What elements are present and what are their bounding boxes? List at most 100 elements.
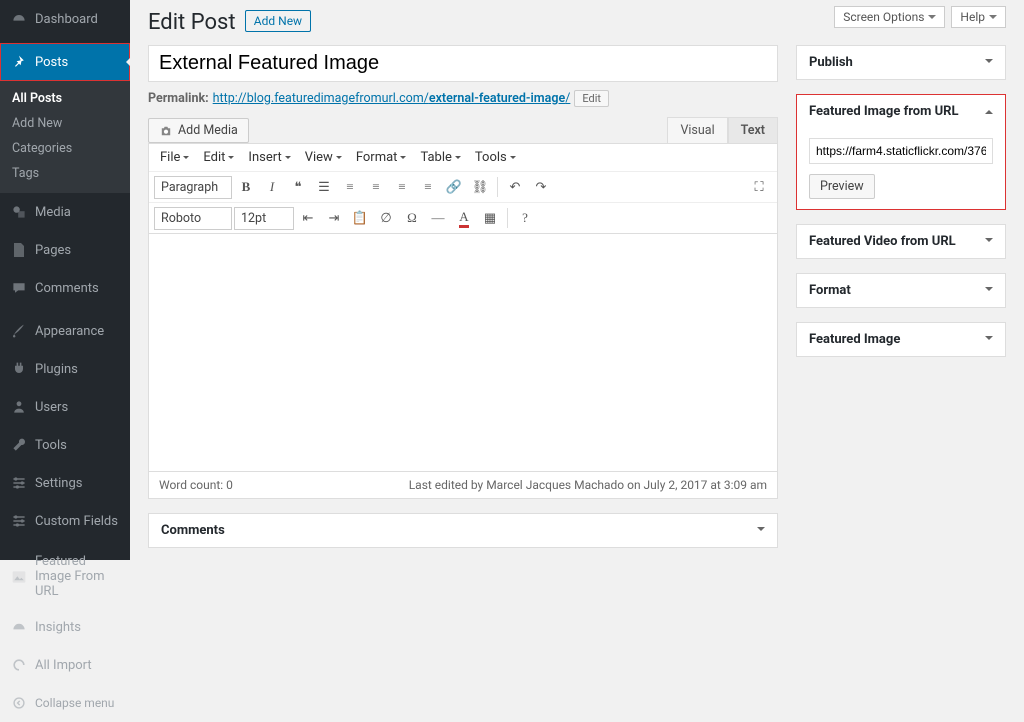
publish-panel-header[interactable]: Publish bbox=[797, 46, 1005, 79]
screen-options-label: Screen Options bbox=[843, 10, 924, 24]
format-panel-header[interactable]: Format bbox=[797, 274, 1005, 307]
numbered-list-icon[interactable]: ≡ bbox=[338, 175, 362, 199]
text-tab[interactable]: Text bbox=[728, 117, 778, 144]
menu-table[interactable]: Table bbox=[414, 147, 466, 168]
sidebar-label: Settings bbox=[35, 476, 82, 491]
sidebar-item-appearance[interactable]: Appearance bbox=[0, 312, 130, 350]
collapse-icon bbox=[9, 693, 29, 713]
font-select[interactable]: Roboto bbox=[154, 207, 232, 230]
sidebar-item-media[interactable]: Media bbox=[0, 193, 130, 231]
fifu-url-input[interactable] bbox=[809, 138, 993, 164]
italic-icon[interactable]: I bbox=[260, 175, 284, 199]
paste-icon[interactable]: 📋 bbox=[348, 206, 372, 230]
edit-slug-button[interactable]: Edit bbox=[574, 90, 609, 107]
fifu-preview-button[interactable]: Preview bbox=[809, 174, 875, 199]
link-icon[interactable]: 🔗 bbox=[442, 175, 466, 199]
plug-icon bbox=[9, 359, 29, 379]
align-left-icon[interactable]: ≡ bbox=[364, 175, 388, 199]
sidebar-item-plugins[interactable]: Plugins bbox=[0, 350, 130, 388]
outdent-icon[interactable]: ⇤ bbox=[296, 206, 320, 230]
editor-toolbar: File Edit Insert View Format Table Tools… bbox=[148, 143, 778, 234]
pin-icon bbox=[9, 52, 29, 72]
chevron-down-icon bbox=[757, 527, 765, 535]
sidebar-label: Appearance bbox=[35, 324, 104, 339]
sidebar-item-custom-fields[interactable]: Custom Fields bbox=[0, 502, 130, 540]
bold-icon[interactable]: B bbox=[234, 175, 258, 199]
sidebar-label: Media bbox=[35, 205, 71, 220]
size-select[interactable]: 12pt bbox=[234, 207, 294, 230]
help-icon[interactable]: ? bbox=[513, 206, 537, 230]
sidebar-item-settings[interactable]: Settings bbox=[0, 464, 130, 502]
table-icon[interactable]: ▦ bbox=[478, 206, 502, 230]
sidebar-label: Dashboard bbox=[35, 12, 98, 27]
fifu-title: Featured Image from URL bbox=[809, 104, 959, 119]
help-button[interactable]: Help bbox=[951, 6, 1006, 28]
menu-tools[interactable]: Tools bbox=[469, 147, 522, 168]
chevron-down-icon bbox=[985, 59, 993, 67]
featured-image-title: Featured Image bbox=[809, 332, 900, 347]
special-char-icon[interactable]: Ω bbox=[400, 206, 424, 230]
dashboard-icon bbox=[9, 9, 29, 29]
sidebar-item-comments[interactable]: Comments bbox=[0, 269, 130, 307]
sidebar-item-fifu[interactable]: Featured Image From URL bbox=[0, 545, 130, 608]
chevron-up-icon bbox=[985, 106, 993, 114]
wrench-icon bbox=[9, 435, 29, 455]
content-area: Screen Options Help Edit Post Add New Pe… bbox=[130, 0, 1024, 560]
submenu-add-new[interactable]: Add New bbox=[0, 111, 130, 136]
featured-video-panel-header[interactable]: Featured Video from URL bbox=[797, 225, 1005, 258]
sliders-icon bbox=[9, 511, 29, 531]
sidebar-item-tools[interactable]: Tools bbox=[0, 426, 130, 464]
bullet-list-icon[interactable]: ☰ bbox=[312, 175, 336, 199]
fifu-panel: Featured Image from URL Preview bbox=[796, 94, 1006, 210]
undo-icon[interactable]: ↶ bbox=[503, 175, 527, 199]
sidebar-item-posts[interactable]: Posts bbox=[0, 43, 130, 81]
sidebar-item-pages[interactable]: Pages bbox=[0, 231, 130, 269]
featured-image-panel-header[interactable]: Featured Image bbox=[797, 323, 1005, 356]
menu-file[interactable]: File bbox=[154, 147, 195, 168]
sidebar-item-all-import[interactable]: All Import bbox=[0, 646, 130, 684]
menu-edit[interactable]: Edit bbox=[197, 147, 240, 168]
hr-icon[interactable]: — bbox=[426, 206, 450, 230]
submenu-tags[interactable]: Tags bbox=[0, 161, 130, 186]
text-color-icon[interactable]: A bbox=[452, 206, 476, 230]
menu-view[interactable]: View bbox=[299, 147, 348, 168]
sidebar-item-users[interactable]: Users bbox=[0, 388, 130, 426]
align-right-icon[interactable]: ≡ bbox=[416, 175, 440, 199]
comment-icon bbox=[9, 278, 29, 298]
sidebar-label: Posts bbox=[35, 55, 68, 70]
fullscreen-icon[interactable]: ⛶ bbox=[747, 175, 771, 199]
permalink-url[interactable]: http://blog.featuredimagefromurl.com/ext… bbox=[213, 91, 571, 106]
sidebar-label: Featured Image From URL bbox=[35, 554, 121, 599]
blockquote-icon[interactable]: ❝ bbox=[286, 175, 310, 199]
screen-options-button[interactable]: Screen Options bbox=[834, 6, 945, 28]
permalink-label: Permalink: bbox=[148, 91, 209, 106]
comments-panel-header[interactable]: Comments bbox=[149, 514, 777, 547]
post-title-input[interactable] bbox=[148, 45, 778, 82]
add-new-button[interactable]: Add New bbox=[245, 10, 311, 32]
user-icon bbox=[9, 397, 29, 417]
sidebar-item-insights[interactable]: Insights bbox=[0, 608, 130, 646]
chevron-down-icon bbox=[989, 15, 997, 23]
clear-format-icon[interactable]: ∅ bbox=[374, 206, 398, 230]
submenu-all-posts[interactable]: All Posts bbox=[0, 86, 130, 111]
media-icon bbox=[9, 202, 29, 222]
fifu-panel-header[interactable]: Featured Image from URL bbox=[797, 95, 1005, 128]
sidebar-label: Users bbox=[35, 400, 68, 415]
comments-title: Comments bbox=[161, 523, 225, 538]
visual-tab[interactable]: Visual bbox=[667, 117, 727, 144]
align-center-icon[interactable]: ≡ bbox=[390, 175, 414, 199]
posts-submenu: All Posts Add New Categories Tags bbox=[0, 81, 130, 193]
submenu-categories[interactable]: Categories bbox=[0, 136, 130, 161]
menu-format[interactable]: Format bbox=[350, 147, 413, 168]
unlink-icon[interactable]: ⛓ bbox=[468, 175, 492, 199]
brush-icon bbox=[9, 321, 29, 341]
sidebar-item-collapse[interactable]: Collapse menu bbox=[0, 684, 130, 722]
indent-icon[interactable]: ⇥ bbox=[322, 206, 346, 230]
add-media-button[interactable]: Add Media bbox=[148, 118, 249, 143]
menu-insert[interactable]: Insert bbox=[242, 147, 296, 168]
format-select[interactable]: Paragraph bbox=[154, 176, 232, 199]
redo-icon[interactable]: ↷ bbox=[529, 175, 553, 199]
sidebar-label: Collapse menu bbox=[35, 696, 114, 710]
editor-content[interactable] bbox=[148, 234, 778, 472]
sidebar-item-dashboard[interactable]: Dashboard bbox=[0, 0, 130, 38]
